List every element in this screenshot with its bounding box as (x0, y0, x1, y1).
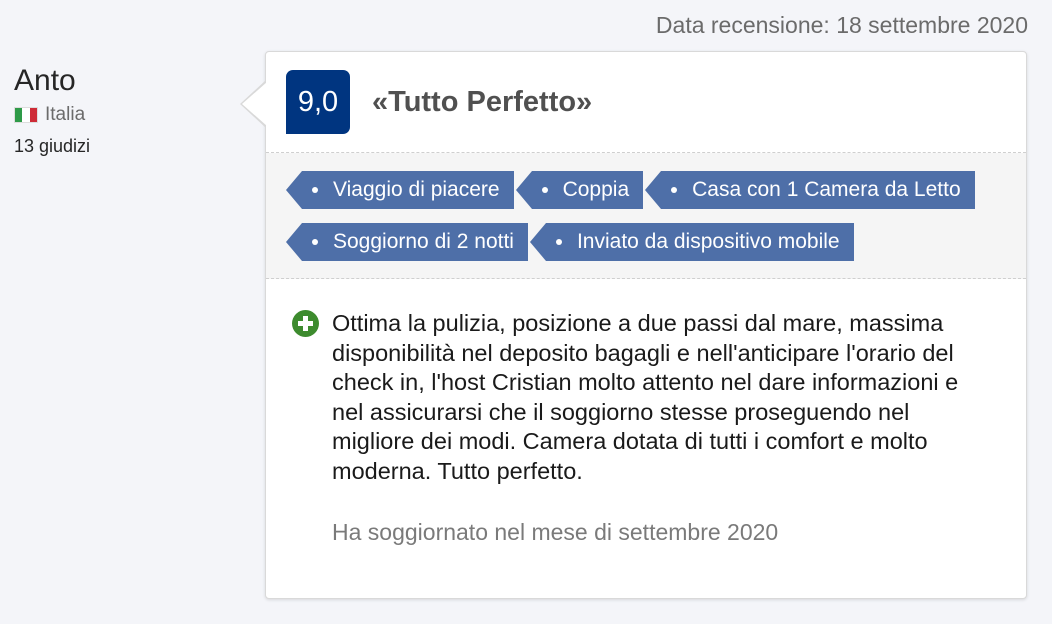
review-card: 9,0 «Tutto Perfetto» Viaggio di piacere … (240, 51, 1027, 599)
tag-item: Viaggio di piacere (286, 171, 514, 209)
tag-row: Soggiorno di 2 notti Inviato da disposit… (286, 223, 1026, 261)
reviewer-name: Anto (14, 64, 76, 97)
tag-item: Casa con 1 Camera da Letto (645, 171, 975, 209)
tag-item: Soggiorno di 2 notti (286, 223, 528, 261)
reviewer-info: Anto Italia 13 giudizi (14, 64, 90, 157)
review-score-badge: 9,0 (286, 70, 350, 134)
italy-flag-icon (14, 107, 38, 123)
tag-item: Coppia (515, 171, 644, 209)
review-header: 9,0 «Tutto Perfetto» (266, 52, 1026, 153)
plus-circle-icon (292, 310, 319, 337)
review-date: Data recensione: 18 settembre 2020 (655, 12, 1028, 38)
tag-row: Viaggio di piacere Coppia Casa con 1 Cam… (286, 171, 1026, 209)
review-positive-text: Ottima la pulizia, posizione a due passi… (332, 310, 959, 484)
review-body: Ottima la pulizia, posizione a due passi… (266, 279, 1026, 546)
reviewer-reviews-count: 13 giudizi (14, 136, 91, 156)
tag-item: Inviato da dispositivo mobile (529, 223, 854, 261)
stay-date: Ha soggiornato nel mese di settembre 202… (332, 518, 779, 545)
review-title: «Tutto Perfetto» (372, 85, 593, 118)
reviewer-country: Italia (14, 104, 90, 126)
reviewer-country-label: Italia (45, 104, 86, 125)
review-tags: Viaggio di piacere Coppia Casa con 1 Cam… (266, 153, 1026, 279)
